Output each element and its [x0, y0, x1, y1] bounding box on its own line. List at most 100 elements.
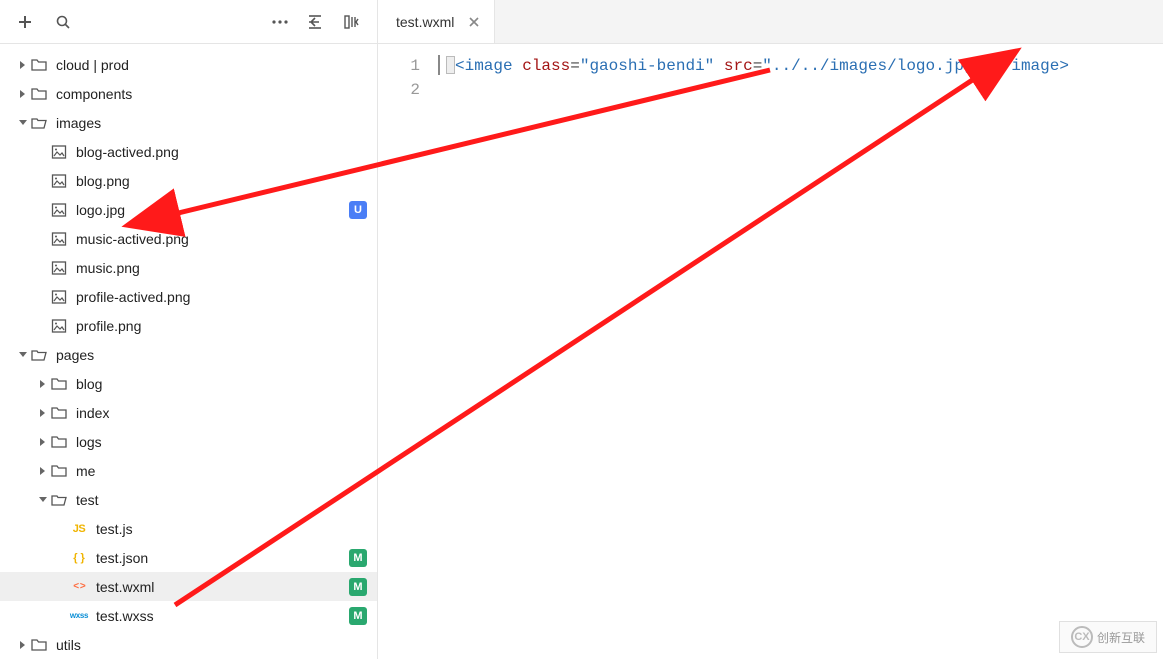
tree-file-music[interactable]: music.png [0, 253, 377, 282]
tree-file-test-json[interactable]: { } test.json M [0, 543, 377, 572]
status-badge-u: U [349, 201, 367, 219]
tree-label: test.json [96, 550, 148, 566]
code-content[interactable]: <image class="gaoshi-bendi" src="../../i… [438, 44, 1069, 659]
tree-file-test-wxml[interactable]: < > test.wxml M [0, 572, 377, 601]
chevron-right-icon [36, 377, 50, 391]
tree-file-blog-actived[interactable]: blog-actived.png [0, 137, 377, 166]
status-badge-m: M [349, 607, 367, 625]
toolbar-right [263, 5, 369, 39]
image-icon [50, 201, 68, 219]
folder-icon [30, 636, 48, 654]
tree-folder-utils[interactable]: utils [0, 630, 377, 659]
editor-tabs: test.wxml [378, 0, 1163, 44]
code-token: "gaoshi-bendi" [580, 57, 714, 75]
tree-label: images [56, 115, 101, 131]
folder-open-icon [30, 114, 48, 132]
image-icon [50, 288, 68, 306]
tree-label: utils [56, 637, 81, 653]
watermark: CX 创新互联 [1059, 621, 1157, 653]
wxss-file-icon: wxss [70, 607, 88, 625]
more-button[interactable] [263, 5, 297, 39]
cursor-block-icon [983, 56, 992, 74]
tree-file-blog[interactable]: blog.png [0, 166, 377, 195]
tree-file-profile-actived[interactable]: profile-actived.png [0, 282, 377, 311]
layout-button[interactable] [335, 5, 369, 39]
chevron-down-icon [36, 493, 50, 507]
image-icon [50, 259, 68, 277]
tree-label: test.js [96, 521, 133, 537]
folder-open-icon [30, 346, 48, 364]
explorer-sidebar: cloud | prod components images blog-acti… [0, 0, 378, 659]
tree-folder-logs[interactable]: logs [0, 427, 377, 456]
tab-test-wxml[interactable]: test.wxml [378, 0, 495, 43]
tree-label: logs [76, 434, 102, 450]
cursor-block-icon [446, 56, 455, 74]
add-button[interactable] [8, 5, 42, 39]
tree-folder-index[interactable]: index [0, 398, 377, 427]
tree-file-test-wxss[interactable]: wxss test.wxss M [0, 601, 377, 630]
tree-label: test [76, 492, 99, 508]
folder-icon [30, 56, 48, 74]
json-file-icon: { } [70, 549, 88, 567]
tree-file-test-js[interactable]: JS test.js [0, 514, 377, 543]
tree-folder-pages[interactable]: pages [0, 340, 377, 369]
code-token: "../../images/logo.jpg" [762, 57, 983, 75]
tree-folder-cloud[interactable]: cloud | prod [0, 50, 377, 79]
tree-file-music-actived[interactable]: music-actived.png [0, 224, 377, 253]
status-badge-m: M [349, 578, 367, 596]
tree-folder-blog[interactable]: blog [0, 369, 377, 398]
folder-icon [50, 462, 68, 480]
tree-label: me [76, 463, 95, 479]
chevron-right-icon [16, 638, 30, 652]
line-gutter: 1 2 [378, 44, 438, 659]
line-number: 2 [378, 78, 420, 102]
tree-file-logo[interactable]: logo.jpg U [0, 195, 377, 224]
tree-label: blog [76, 376, 102, 392]
file-tree[interactable]: cloud | prod components images blog-acti… [0, 44, 377, 659]
tree-label: blog.png [76, 173, 130, 189]
watermark-text: 创新互联 [1097, 629, 1145, 646]
tree-label: logo.jpg [76, 202, 125, 218]
watermark-logo-icon: CX [1071, 626, 1093, 648]
chevron-right-icon [36, 464, 50, 478]
code-token: class [522, 57, 570, 75]
tree-folder-components[interactable]: components [0, 79, 377, 108]
wxml-file-icon: < > [70, 578, 88, 596]
tree-label: cloud | prod [56, 57, 129, 73]
chevron-down-icon [16, 116, 30, 130]
chevron-down-icon [16, 348, 30, 362]
line-number: 1 [378, 54, 420, 78]
folder-icon [50, 404, 68, 422]
chevron-right-icon [36, 435, 50, 449]
tree-label: components [56, 86, 132, 102]
folder-icon [50, 433, 68, 451]
folder-icon [30, 85, 48, 103]
tab-label: test.wxml [396, 14, 454, 30]
code-token: </image> [992, 57, 1069, 75]
status-badge-m: M [349, 549, 367, 567]
toolbar-left [8, 5, 80, 39]
search-button[interactable] [46, 5, 80, 39]
tree-folder-me[interactable]: me [0, 456, 377, 485]
folder-icon [50, 375, 68, 393]
chevron-right-icon [36, 406, 50, 420]
image-icon [50, 230, 68, 248]
tree-label: test.wxml [96, 579, 154, 595]
collapse-button[interactable] [299, 5, 333, 39]
code-editor[interactable]: 1 2 <image class="gaoshi-bendi" src="../… [378, 44, 1163, 659]
code-token: = [753, 57, 763, 75]
folder-open-icon [50, 491, 68, 509]
app-root: cloud | prod components images blog-acti… [0, 0, 1163, 659]
close-icon[interactable] [466, 14, 482, 30]
js-file-icon: JS [70, 520, 88, 538]
tree-label: test.wxss [96, 608, 154, 624]
tree-folder-images[interactable]: images [0, 108, 377, 137]
explorer-toolbar [0, 0, 377, 44]
tree-file-profile[interactable]: profile.png [0, 311, 377, 340]
tree-folder-test[interactable]: test [0, 485, 377, 514]
image-icon [50, 172, 68, 190]
text-cursor [438, 55, 440, 75]
tree-label: pages [56, 347, 94, 363]
image-icon [50, 317, 68, 335]
tree-label: profile.png [76, 318, 141, 334]
